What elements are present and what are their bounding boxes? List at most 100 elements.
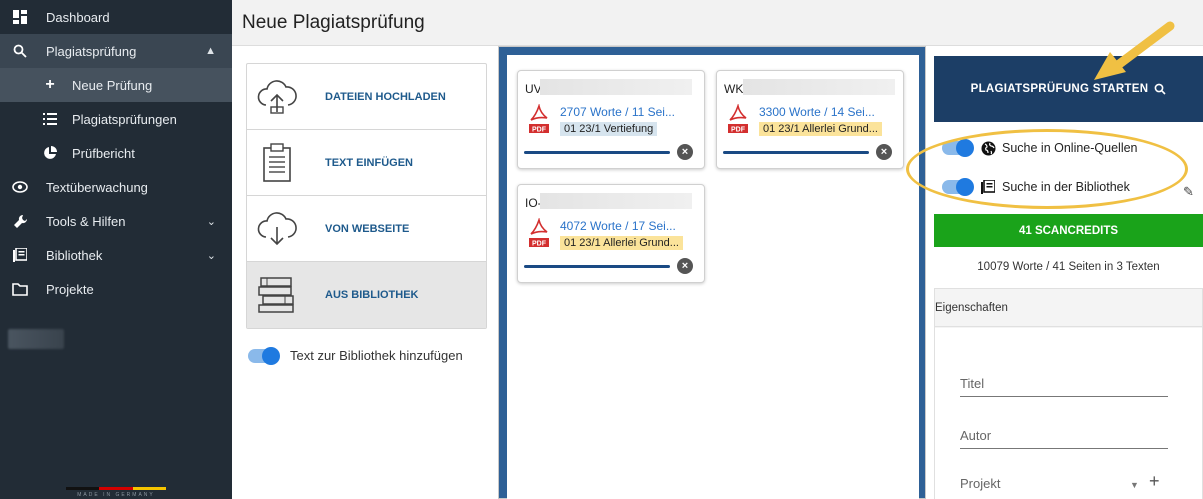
page-header: Neue Plagiatsprüfung [232, 0, 1203, 46]
start-check-button[interactable]: PLAGIATSPRÜFUNG STARTEN [934, 56, 1203, 122]
upload-option-label: AUS BIBLIOTHEK [325, 289, 419, 301]
sidebar-item-bibliothek[interactable]: Bibliothek ⌄ [0, 238, 232, 272]
paste-text-button[interactable]: TEXT EINFÜGEN [247, 130, 486, 196]
title-field[interactable]: Titel [960, 373, 1168, 397]
sidebar-item-plagiatspruefung[interactable]: Plagiatsprüfung ▲ [0, 34, 232, 68]
add-to-library-row: Text zur Bibliothek hinzufügen [248, 346, 463, 365]
folder-icon [12, 281, 28, 297]
sidebar-item-label: Bibliothek [46, 247, 103, 263]
search-icon [1154, 83, 1166, 95]
upload-option-label: DATEIEN HOCHLADEN [325, 90, 446, 103]
add-project-icon[interactable]: + [1149, 471, 1160, 492]
document-tag: 01 23/1 Allerlei Grund... [560, 236, 683, 250]
from-library-button[interactable]: AUS BIBLIOTHEK [247, 262, 486, 328]
sidebar-item-label: Plagiatsprüfung [46, 43, 137, 59]
upload-options: DATEIEN HOCHLADEN TEXT EINFÜGEN VON WEBS… [246, 63, 487, 329]
add-to-library-label: Text zur Bibliothek hinzufügen [290, 348, 463, 363]
library-icon [980, 179, 996, 195]
documents-list: UV-H PDF 2707 Worte / 11 Sei... 01 23/1 … [507, 55, 919, 499]
svg-text:PDF: PDF [731, 127, 746, 134]
upload-option-label: VON WEBSEITE [325, 222, 410, 235]
remove-document-icon[interactable]: × [677, 258, 693, 274]
svg-text:PDF: PDF [532, 241, 547, 248]
pie-chart-icon [42, 145, 58, 161]
eye-icon [12, 179, 28, 195]
document-card[interactable]: IO-H PDF 4072 Worte / 17 Sei... 01 23/1 … [517, 184, 705, 283]
properties-form: Titel Autor Projekt ▼ + [935, 328, 1202, 499]
blurred-title [743, 79, 895, 95]
pdf-icon: PDF [728, 104, 748, 134]
chevron-up-icon: ▲ [205, 45, 216, 57]
library-search-toggle[interactable] [942, 178, 974, 196]
chevron-down-icon: ⌄ [206, 249, 216, 262]
check-settings-panel: PLAGIATSPRÜFUNG STARTEN Suche in Online-… [926, 46, 1203, 499]
sidebar-item-label: Tools & Hilfen [46, 213, 126, 229]
sidebar-item-tools[interactable]: Tools & Hilfen ⌄ [0, 204, 232, 238]
remove-document-icon[interactable]: × [876, 144, 892, 160]
sidebar-item-textueberwachung[interactable]: Textüberwachung [0, 170, 232, 204]
sidebar-item-label: Plagiatsprüfungen [72, 111, 177, 127]
document-tag: 01 23/1 Allerlei Grund... [759, 122, 882, 136]
page-title: Neue Plagiatsprüfung [242, 12, 425, 33]
option-online-sources: Suche in Online-Quellen [942, 139, 1138, 157]
upload-files-button[interactable]: DATEIEN HOCHLADEN [247, 64, 486, 130]
svg-text:PDF: PDF [532, 127, 547, 134]
document-word-count[interactable]: 4072 Worte / 17 Sei... [560, 219, 676, 233]
cloud-upload-icon [247, 64, 307, 130]
online-sources-toggle[interactable] [942, 139, 974, 157]
from-website-button[interactable]: VON WEBSEITE [247, 196, 486, 262]
globe-icon [980, 140, 996, 156]
properties-title: Eigenschaften [935, 289, 1202, 327]
progress-bar [524, 265, 670, 268]
project-select[interactable]: Projekt [960, 476, 1000, 491]
dropdown-arrow-icon[interactable]: ▼ [1130, 480, 1139, 490]
sidebar-item-label: Prüfbericht [72, 145, 135, 161]
sidebar-item-projekte[interactable]: Projekte [0, 272, 232, 306]
start-check-label: PLAGIATSPRÜFUNG STARTEN [970, 83, 1149, 95]
upload-panel: DATEIEN HOCHLADEN TEXT EINFÜGEN VON WEBS… [232, 46, 498, 499]
word-summary: 10079 Worte / 41 Seiten in 3 Texten [977, 261, 1160, 273]
sidebar-item-label: Dashboard [46, 9, 110, 25]
blurred-title [540, 79, 692, 95]
sidebar-item-label: Projekte [46, 281, 94, 297]
sidebar-item-label: Textüberwachung [46, 179, 148, 195]
sidebar-item-plagiatspruefungen[interactable]: Plagiatsprüfungen [0, 102, 232, 136]
document-word-count[interactable]: 3300 Worte / 14 Sei... [759, 105, 875, 119]
blurred-user-info [8, 329, 64, 349]
author-placeholder: Autor [960, 428, 992, 443]
document-card[interactable]: UV-H PDF 2707 Worte / 11 Sei... 01 23/1 … [517, 70, 705, 169]
sidebar-item-dashboard[interactable]: Dashboard [0, 0, 232, 34]
progress-bar [524, 151, 670, 154]
author-field[interactable]: Autor [960, 425, 1168, 449]
chevron-down-icon: ⌄ [206, 215, 216, 228]
option-library-search: Suche in der Bibliothek [942, 178, 1130, 196]
edit-pencil-icon[interactable]: ✎ [1183, 184, 1194, 200]
add-to-library-toggle[interactable] [248, 346, 280, 365]
pdf-icon: PDF [529, 218, 549, 248]
document-tag: 01 23/1 Vertiefung [560, 122, 658, 136]
sidebar-item-label: Neue Prüfung [72, 77, 153, 93]
wrench-icon [12, 213, 28, 229]
dashboard-icon [12, 9, 28, 25]
cloud-download-icon [247, 196, 307, 262]
list-icon [42, 111, 58, 127]
documents-panel: UV-H PDF 2707 Worte / 11 Sei... 01 23/1 … [498, 46, 926, 499]
upload-option-label: TEXT EINFÜGEN [325, 156, 414, 169]
option-library-label: Suche in der Bibliothek [1002, 180, 1130, 194]
search-icon [12, 43, 28, 59]
properties-section: Eigenschaften Titel Autor Projekt ▼ + [934, 288, 1203, 499]
books-icon [247, 262, 307, 328]
sidebar: Dashboard Plagiatsprüfung ▲ + Neue Prüfu… [0, 0, 232, 499]
remove-document-icon[interactable]: × [677, 144, 693, 160]
library-icon [12, 247, 28, 263]
german-flag [66, 487, 166, 490]
sidebar-item-pruefbericht[interactable]: Prüfbericht [0, 136, 232, 170]
title-placeholder: Titel [960, 376, 985, 391]
made-in-germany-label: MADE IN GERMANY [77, 492, 155, 498]
sidebar-item-neue-pruefung[interactable]: + Neue Prüfung [0, 68, 232, 102]
scan-credits-badge: 41 SCANCREDITS [934, 214, 1203, 247]
document-word-count[interactable]: 2707 Worte / 11 Sei... [560, 105, 675, 119]
option-online-label: Suche in Online-Quellen [1002, 141, 1138, 155]
blurred-title [540, 193, 692, 209]
document-card[interactable]: WK-H PDF 3300 Worte / 14 Sei... 01 23/1 … [716, 70, 904, 169]
